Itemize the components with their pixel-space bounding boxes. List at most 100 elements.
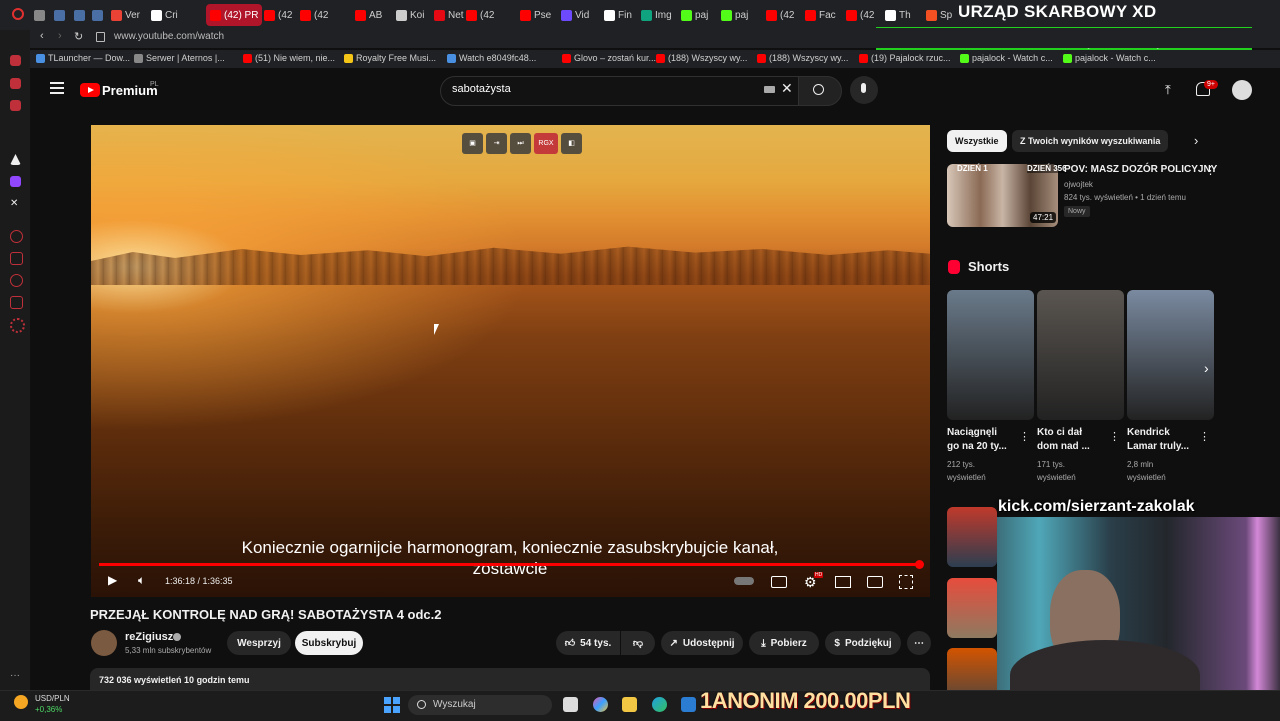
bookmark-item[interactable]: (188) Wszyscy wy...	[757, 53, 848, 63]
rgx-button[interactable]: RGX	[534, 133, 558, 154]
ticker-label[interactable]: USD/PLN	[35, 694, 70, 703]
recommended-title[interactable]: POV: MASZ DOZÓR POLICYJNY	[1064, 164, 1217, 175]
short-more-icon[interactable]: ⋮	[1109, 430, 1120, 443]
bookmark-item[interactable]: (19) Pajalock rzuc...	[859, 53, 951, 63]
bookmark-item[interactable]: Serwer | Aternos |...	[134, 53, 225, 63]
short-thumbnail[interactable]	[1127, 290, 1214, 420]
opera-logo-icon[interactable]	[12, 8, 24, 20]
browser-tab[interactable]: paj	[721, 4, 748, 26]
search-input[interactable]: sabotażysta	[452, 83, 511, 95]
short-thumbnail[interactable]	[947, 290, 1034, 420]
reload-icon[interactable]: ↻	[74, 30, 83, 43]
bookmark-item[interactable]: Royalty Free Musi...	[344, 53, 436, 63]
browser-tab[interactable]: Net	[434, 4, 464, 26]
short-title[interactable]: Kendrick Lamar truly...	[1127, 426, 1197, 454]
account-avatar[interactable]	[1232, 80, 1252, 100]
bookmark-item[interactable]: Glovo – zostań kur...	[562, 53, 656, 63]
clear-search-icon[interactable]: ✕	[781, 80, 793, 97]
browser-tab[interactable]: Img	[641, 4, 672, 26]
sidebar-icon-5[interactable]	[10, 252, 23, 265]
volume-icon[interactable]: 🔈︎	[138, 573, 145, 588]
video-player[interactable]	[91, 125, 930, 597]
play-icon[interactable]: ▶	[108, 573, 117, 587]
browser-tab[interactable]: Koi	[396, 4, 424, 26]
keyboard-icon[interactable]	[764, 86, 775, 93]
sidebar-video-thumbnail[interactable]	[947, 507, 997, 567]
pip-icon[interactable]: ▣	[462, 133, 483, 154]
subscribe-button[interactable]: Subskrybuj	[295, 631, 363, 655]
browser-tab[interactable]	[92, 4, 106, 26]
voice-search-button[interactable]	[850, 76, 878, 104]
shorts-next-icon[interactable]: ›	[1204, 360, 1209, 376]
browser-tab[interactable]: Fac	[805, 4, 836, 26]
store-icon[interactable]	[681, 697, 696, 712]
browser-tab[interactable]: Th	[885, 4, 911, 26]
browser-tab[interactable]: Ver	[111, 4, 140, 26]
sidebar-icon-6[interactable]	[10, 296, 23, 309]
captions-icon[interactable]	[771, 576, 787, 588]
thanks-button[interactable]: $ Podziękuj	[825, 631, 901, 655]
short-title[interactable]: Kto ci dał dom nad ...	[1037, 426, 1107, 454]
sidebar-aria-icon[interactable]	[10, 154, 21, 165]
sidebar-twitch-icon[interactable]	[10, 176, 21, 187]
download-button[interactable]: ⤓ Pobierz	[749, 631, 819, 655]
dislike-button[interactable]: 👎︎	[621, 631, 655, 655]
browser-tab[interactable]: Vid	[561, 4, 589, 26]
bookmark-item[interactable]: TLauncher — Dow...	[36, 53, 130, 63]
more-actions-button[interactable]: ⋯	[907, 631, 931, 655]
file-explorer-icon[interactable]	[622, 697, 637, 712]
share-button[interactable]: ↗ Udostępnij	[661, 631, 743, 655]
taskbar-search[interactable]	[408, 695, 552, 715]
back-icon[interactable]: ‹	[40, 30, 44, 42]
browser-tab[interactable]	[34, 4, 48, 26]
forward-icon[interactable]: ›	[58, 30, 62, 42]
browser-tab[interactable]: (42	[264, 4, 292, 26]
short-more-icon[interactable]: ⋮	[1019, 430, 1030, 443]
chips-next-icon[interactable]: ›	[1194, 133, 1198, 148]
sidebar-icon-4[interactable]	[10, 230, 23, 243]
browser-tab[interactable]: (42	[846, 4, 874, 26]
browser-tab[interactable]: paj	[681, 4, 708, 26]
channel-avatar[interactable]	[91, 630, 117, 656]
bookmark-item[interactable]: (188) Wszyscy wy...	[656, 53, 747, 63]
toggle-icon[interactable]: ◧	[561, 133, 582, 154]
bookmark-item[interactable]: Watch e8049fc48...	[447, 53, 536, 63]
bookmark-item[interactable]: (51) Nie wiem, nie...	[243, 53, 335, 63]
chip-all[interactable]: Wszystkie	[947, 130, 1007, 152]
task-view-icon[interactable]	[563, 697, 578, 712]
skip-icon[interactable]: ⏭	[510, 133, 531, 154]
short-thumbnail[interactable]	[1037, 290, 1124, 420]
sidebar-icon-3[interactable]	[10, 100, 21, 111]
channel-name[interactable]: reZigiusz	[125, 631, 173, 643]
url-field[interactable]: www.youtube.com/watch	[114, 31, 224, 42]
sidebar-icon-1[interactable]	[10, 55, 21, 66]
menu-icon[interactable]	[50, 82, 64, 94]
bookmark-item[interactable]: pajalock - Watch c...	[1063, 53, 1156, 63]
short-title[interactable]: Naciągnęli go na 20 ty...	[947, 426, 1017, 454]
miniplayer-icon[interactable]	[835, 576, 851, 588]
browser-tab[interactable]	[54, 4, 68, 26]
search-button[interactable]	[798, 76, 842, 106]
browser-tab[interactable]: Sp	[926, 4, 952, 26]
browser-tab[interactable]: (42	[466, 4, 494, 26]
browser-tab[interactable]	[74, 4, 88, 26]
autoplay-toggle[interactable]	[734, 577, 754, 585]
recommended-more-icon[interactable]: ⋮	[1205, 164, 1216, 177]
browser-tab[interactable]: (42) PR	[206, 4, 263, 26]
sidebar-history-icon[interactable]	[10, 274, 23, 287]
video-progress-bar[interactable]	[99, 563, 919, 566]
browser-tab[interactable]: AB	[355, 4, 382, 26]
sidebar-x-icon[interactable]: ✕	[10, 198, 21, 209]
cast-icon[interactable]	[867, 576, 883, 588]
recommended-channel[interactable]: ojwojtek	[1064, 180, 1093, 189]
progress-scrubber[interactable]	[915, 560, 924, 569]
sidebar-icon-2[interactable]	[10, 78, 21, 89]
browser-tab[interactable]: (42	[766, 4, 794, 26]
edge-icon[interactable]	[652, 697, 667, 712]
browser-tab[interactable]: Pse	[520, 4, 551, 26]
copilot-icon[interactable]	[593, 697, 608, 712]
bookmark-item[interactable]: pajalock - Watch c...	[960, 53, 1053, 63]
sidebar-more-icon[interactable]: ···	[10, 670, 21, 681]
sidebar-settings-icon[interactable]	[10, 318, 25, 333]
browser-tab[interactable]: Cri	[151, 4, 178, 26]
